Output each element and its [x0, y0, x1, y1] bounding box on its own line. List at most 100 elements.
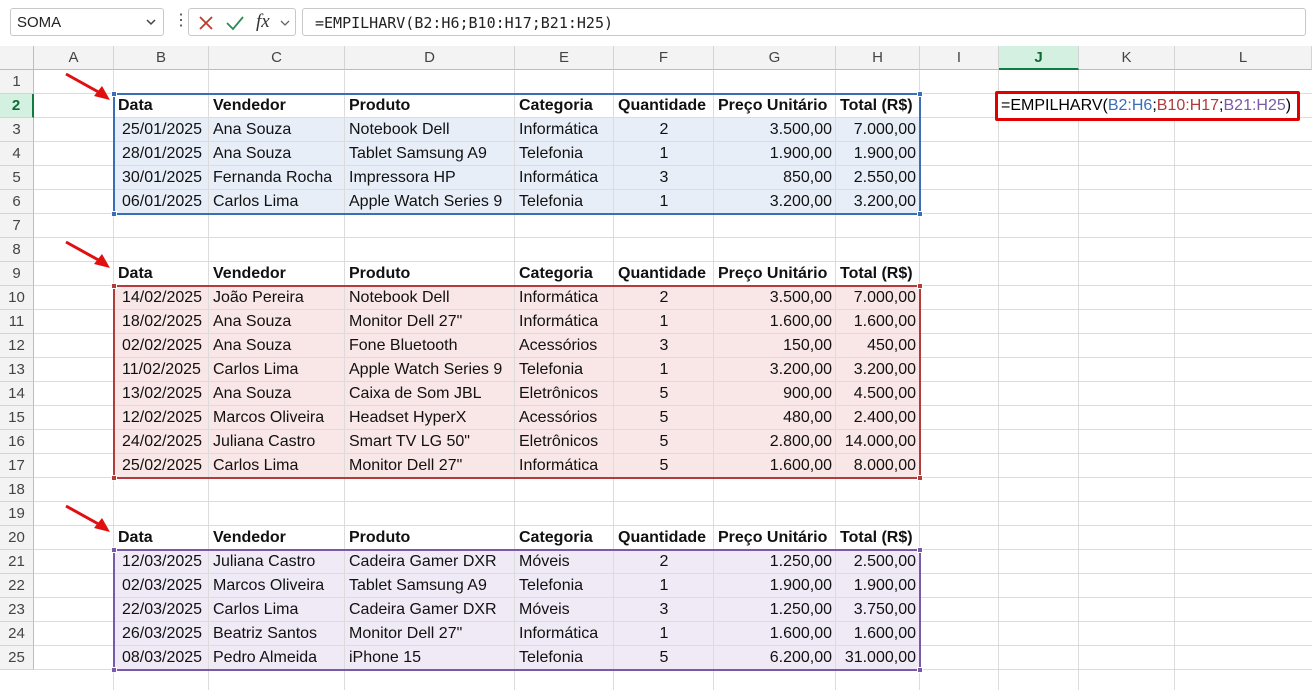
table-3-cell[interactable]: 6.200,00 — [714, 646, 836, 670]
table-1-cell[interactable]: 30/01/2025 — [114, 166, 209, 190]
row-header-12[interactable]: 12 — [0, 334, 34, 358]
table-1-cell[interactable]: 28/01/2025 — [114, 142, 209, 166]
table-2-cell[interactable]: 1.600,00 — [836, 310, 920, 334]
row-header-3[interactable]: 3 — [0, 118, 34, 142]
row-header-25[interactable]: 25 — [0, 646, 34, 670]
row-header-14[interactable]: 14 — [0, 382, 34, 406]
table-3-cell[interactable]: 26/03/2025 — [114, 622, 209, 646]
table-1-cell[interactable]: Fernanda Rocha — [209, 166, 345, 190]
row-header-24[interactable]: 24 — [0, 622, 34, 646]
table-1-cell[interactable]: Tablet Samsung A9 — [345, 142, 515, 166]
table-2-cell[interactable]: 150,00 — [714, 334, 836, 358]
table-1-cell[interactable]: 3.200,00 — [836, 190, 920, 214]
table-1-cell[interactable]: Carlos Lima — [209, 190, 345, 214]
table-2-cell[interactable]: 480,00 — [714, 406, 836, 430]
table-1-cell[interactable]: 1.900,00 — [836, 142, 920, 166]
table-2-cell[interactable]: Fone Bluetooth — [345, 334, 515, 358]
table-1-cell[interactable]: 25/01/2025 — [114, 118, 209, 142]
table-2-cell[interactable]: 3 — [614, 334, 714, 358]
table-1-cell[interactable]: 3.500,00 — [714, 118, 836, 142]
table-2-cell[interactable]: 4.500,00 — [836, 382, 920, 406]
table-1-cell[interactable]: 1 — [614, 190, 714, 214]
table-3-cell[interactable]: 22/03/2025 — [114, 598, 209, 622]
table-3-cell[interactable]: Pedro Almeida — [209, 646, 345, 670]
table-3-cell[interactable]: 2.500,00 — [836, 550, 920, 574]
table-3-cell[interactable]: 31.000,00 — [836, 646, 920, 670]
table-1-cell[interactable]: Informática — [515, 118, 614, 142]
table-3-cell[interactable]: 02/03/2025 — [114, 574, 209, 598]
table-2-cell[interactable]: 5 — [614, 454, 714, 478]
table-2-cell[interactable]: 24/02/2025 — [114, 430, 209, 454]
table-3-cell[interactable]: 1.900,00 — [714, 574, 836, 598]
table-2-cell[interactable]: 14/02/2025 — [114, 286, 209, 310]
table-2-cell[interactable]: Carlos Lima — [209, 358, 345, 382]
row-header-1[interactable]: 1 — [0, 70, 34, 94]
table-2-cell[interactable]: 5 — [614, 430, 714, 454]
table-3-cell[interactable]: Informática — [515, 622, 614, 646]
table-3-cell[interactable]: Telefonia — [515, 646, 614, 670]
chevron-down-icon[interactable] — [279, 17, 291, 29]
row-header-20[interactable]: 20 — [0, 526, 34, 550]
table-2-cell[interactable]: Ana Souza — [209, 334, 345, 358]
row-header-13[interactable]: 13 — [0, 358, 34, 382]
table-3-cell[interactable]: 08/03/2025 — [114, 646, 209, 670]
column-header-a[interactable]: A — [34, 46, 114, 70]
table-3-cell[interactable]: 1.900,00 — [836, 574, 920, 598]
row-header-6[interactable]: 6 — [0, 190, 34, 214]
table-2-cell[interactable]: Eletrônicos — [515, 430, 614, 454]
table-2-cell[interactable]: 3.500,00 — [714, 286, 836, 310]
table-2-cell[interactable]: Smart TV LG 50" — [345, 430, 515, 454]
row-header-21[interactable]: 21 — [0, 550, 34, 574]
table-1-cell[interactable]: Apple Watch Series 9 — [345, 190, 515, 214]
table-2-cell[interactable]: 3.200,00 — [714, 358, 836, 382]
table-2-cell[interactable]: 5 — [614, 382, 714, 406]
table-3-cell[interactable]: 5 — [614, 646, 714, 670]
table-2-cell[interactable]: Acessórios — [515, 334, 614, 358]
column-header-i[interactable]: I — [920, 46, 999, 70]
table-1-cell[interactable]: 3.200,00 — [714, 190, 836, 214]
row-header-19[interactable]: 19 — [0, 502, 34, 526]
more-options-icon[interactable]: ⋮ — [173, 12, 189, 30]
column-header-k[interactable]: K — [1079, 46, 1175, 70]
table-2-cell[interactable]: 02/02/2025 — [114, 334, 209, 358]
table-2-cell[interactable]: 2.800,00 — [714, 430, 836, 454]
table-2-cell[interactable]: 11/02/2025 — [114, 358, 209, 382]
table-2-cell[interactable]: Juliana Castro — [209, 430, 345, 454]
table-2-cell[interactable]: Carlos Lima — [209, 454, 345, 478]
table-2-cell[interactable]: Informática — [515, 454, 614, 478]
table-3-cell[interactable]: Telefonia — [515, 574, 614, 598]
row-header-9[interactable]: 9 — [0, 262, 34, 286]
row-header-22[interactable]: 22 — [0, 574, 34, 598]
table-1-cell[interactable]: Ana Souza — [209, 118, 345, 142]
table-2-cell[interactable]: Monitor Dell 27" — [345, 454, 515, 478]
table-3-cell[interactable]: Cadeira Gamer DXR — [345, 598, 515, 622]
row-header-10[interactable]: 10 — [0, 286, 34, 310]
table-2-cell[interactable]: 2 — [614, 286, 714, 310]
table-1-cell[interactable]: Notebook Dell — [345, 118, 515, 142]
confirm-icon[interactable] — [225, 14, 245, 32]
table-2-cell[interactable]: 8.000,00 — [836, 454, 920, 478]
insert-function-icon[interactable]: fx — [256, 11, 270, 33]
table-3-cell[interactable]: 1.600,00 — [836, 622, 920, 646]
column-header-f[interactable]: F — [614, 46, 714, 70]
table-3-cell[interactable]: 1 — [614, 574, 714, 598]
table-3-cell[interactable]: 1.600,00 — [714, 622, 836, 646]
table-2-cell[interactable]: 1 — [614, 310, 714, 334]
table-2-cell[interactable]: Monitor Dell 27" — [345, 310, 515, 334]
table-1-cell[interactable]: 1.900,00 — [714, 142, 836, 166]
table-3-cell[interactable]: Móveis — [515, 550, 614, 574]
table-3-cell[interactable]: Beatriz Santos — [209, 622, 345, 646]
column-header-b[interactable]: B — [114, 46, 209, 70]
table-3-cell[interactable]: 3.750,00 — [836, 598, 920, 622]
table-2-cell[interactable]: Telefonia — [515, 358, 614, 382]
row-header-2[interactable]: 2 — [0, 94, 34, 118]
table-3-cell[interactable]: Cadeira Gamer DXR — [345, 550, 515, 574]
table-3-cell[interactable]: Carlos Lima — [209, 598, 345, 622]
table-1-cell[interactable]: 3 — [614, 166, 714, 190]
table-2-cell[interactable]: Notebook Dell — [345, 286, 515, 310]
table-2-cell[interactable]: 12/02/2025 — [114, 406, 209, 430]
row-header-5[interactable]: 5 — [0, 166, 34, 190]
table-3-cell[interactable]: Juliana Castro — [209, 550, 345, 574]
table-3-cell[interactable]: Monitor Dell 27" — [345, 622, 515, 646]
table-1-cell[interactable]: Telefonia — [515, 190, 614, 214]
